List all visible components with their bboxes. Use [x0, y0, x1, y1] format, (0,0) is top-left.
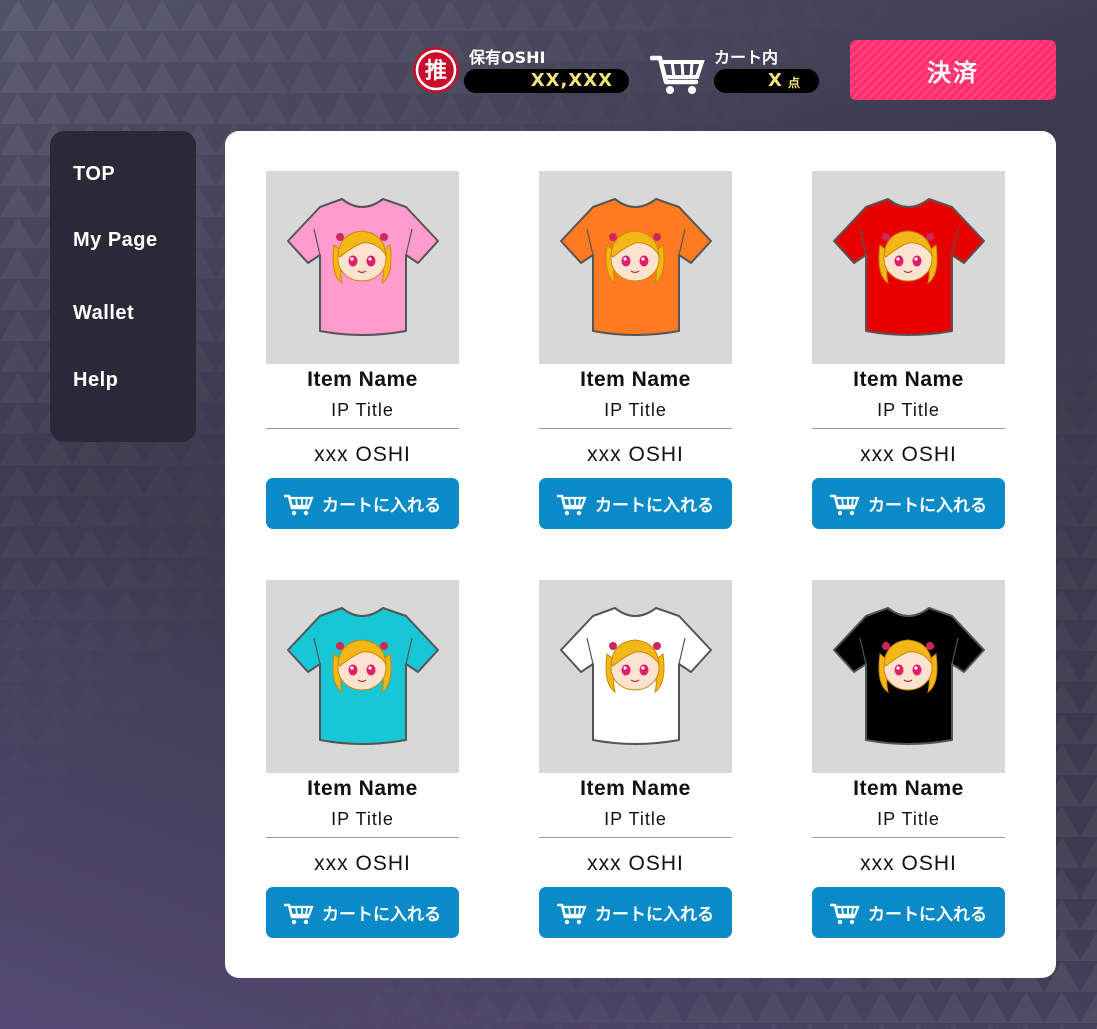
cart-add-icon — [557, 494, 587, 515]
divider — [539, 837, 732, 838]
add-to-cart-button[interactable]: カートに入れる — [266, 478, 459, 529]
sidebar-nav: TOP My Page Wallet Help — [50, 131, 196, 442]
divider — [266, 428, 459, 429]
add-to-cart-label: カートに入れる — [868, 905, 987, 925]
add-to-cart-button[interactable]: カートに入れる — [266, 887, 459, 938]
cart-count: X — [768, 70, 782, 91]
oshi-label: 保有OSHI — [469, 48, 546, 67]
product-name: Item Name — [853, 777, 964, 800]
divider — [812, 837, 1005, 838]
product-ip-title: IP Title — [604, 809, 667, 829]
product-thumbnail[interactable] — [266, 580, 459, 773]
cart-add-icon — [284, 494, 314, 515]
cart-label: カート内 — [714, 48, 779, 67]
product-thumbnail[interactable] — [539, 580, 732, 773]
tshirt-image — [287, 607, 439, 745]
product-card[interactable]: Item Name IP Title xxx OSHI カートに入れる — [539, 580, 732, 938]
cart-add-icon — [830, 494, 860, 515]
cart-add-icon — [557, 903, 587, 924]
oshi-balance: 推 保有OSHI XX,XXX — [412, 44, 632, 96]
shopping-cart-icon — [650, 55, 705, 94]
product-card[interactable]: Item Name IP Title xxx OSHI カートに入れる — [266, 171, 459, 529]
product-ip-title: IP Title — [877, 809, 940, 829]
cart-unit: 点 — [788, 76, 801, 90]
product-price: xxx OSHI — [314, 443, 411, 466]
sidebar-item-wallet[interactable]: Wallet — [73, 302, 134, 325]
add-to-cart-label: カートに入れる — [595, 905, 714, 925]
tshirt-image — [287, 198, 439, 336]
oshi-coin-glyph: 推 — [425, 59, 447, 84]
product-ip-title: IP Title — [331, 400, 394, 420]
product-thumbnail[interactable] — [266, 171, 459, 364]
divider — [539, 428, 732, 429]
product-thumbnail[interactable] — [812, 171, 1005, 364]
add-to-cart-button[interactable]: カートに入れる — [539, 887, 732, 938]
header: 推 保有OSHI XX,XXX カート内 X 点 決済 — [0, 40, 1097, 100]
checkout-button[interactable]: 決済 — [850, 40, 1056, 100]
product-ip-title: IP Title — [604, 400, 667, 420]
add-to-cart-button[interactable]: カートに入れる — [539, 478, 732, 529]
product-price: xxx OSHI — [587, 852, 684, 875]
tshirt-image — [833, 198, 985, 336]
product-card[interactable]: Item Name IP Title xxx OSHI カートに入れる — [812, 171, 1005, 529]
cart-summary[interactable]: カート内 X 点 — [650, 44, 820, 96]
add-to-cart-label: カートに入れる — [322, 496, 441, 516]
product-price: xxx OSHI — [860, 852, 957, 875]
divider — [812, 428, 1005, 429]
add-to-cart-label: カートに入れる — [595, 496, 714, 516]
product-price: xxx OSHI — [587, 443, 684, 466]
product-ip-title: IP Title — [877, 400, 940, 420]
product-ip-title: IP Title — [331, 809, 394, 829]
oshi-value: XX,XXX — [530, 70, 613, 91]
divider — [266, 837, 459, 838]
product-card[interactable]: Item Name IP Title xxx OSHI カートに入れる — [266, 580, 459, 938]
tshirt-image — [560, 607, 712, 745]
product-grid-panel: Item Name IP Title xxx OSHI カートに入れる Item Nam… — [225, 131, 1056, 978]
oshi-coin-icon: 推 — [413, 47, 459, 93]
product-name: Item Name — [580, 368, 691, 391]
product-name: Item Name — [307, 368, 418, 391]
product-thumbnail[interactable] — [812, 580, 1005, 773]
add-to-cart-button[interactable]: カートに入れる — [812, 887, 1005, 938]
cart-add-icon — [830, 903, 860, 924]
product-card[interactable]: Item Name IP Title xxx OSHI カートに入れる — [539, 171, 732, 529]
tshirt-image — [560, 198, 712, 336]
oshi-value-pill: XX,XXX — [464, 69, 629, 93]
sidebar-item-my-page[interactable]: My Page — [73, 229, 158, 252]
sidebar-item-help[interactable]: Help — [73, 369, 118, 392]
add-to-cart-label: カートに入れる — [868, 496, 987, 516]
cart-add-icon — [284, 903, 314, 924]
product-price: xxx OSHI — [860, 443, 957, 466]
product-thumbnail[interactable] — [539, 171, 732, 364]
add-to-cart-button[interactable]: カートに入れる — [812, 478, 1005, 529]
cart-count-pill: X 点 — [714, 69, 819, 93]
product-name: Item Name — [580, 777, 691, 800]
product-name: Item Name — [853, 368, 964, 391]
product-price: xxx OSHI — [314, 852, 411, 875]
product-name: Item Name — [307, 777, 418, 800]
tshirt-image — [833, 607, 985, 745]
sidebar-item-top[interactable]: TOP — [73, 163, 115, 186]
add-to-cart-label: カートに入れる — [322, 905, 441, 925]
product-card[interactable]: Item Name IP Title xxx OSHI カートに入れる — [812, 580, 1005, 938]
